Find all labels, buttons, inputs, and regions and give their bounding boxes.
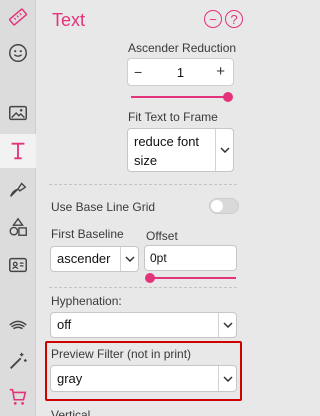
tag-icon[interactable] <box>0 308 36 342</box>
vertical-label: Vertical <box>51 408 91 416</box>
cart-icon[interactable] <box>0 380 36 414</box>
divider <box>49 184 237 185</box>
ruler-icon[interactable] <box>0 0 36 34</box>
divider <box>49 287 237 288</box>
preview-filter-select[interactable]: gray <box>50 365 237 392</box>
chevron-down-icon <box>218 313 236 337</box>
ascender-slider-track[interactable] <box>131 96 225 98</box>
text-panel: Text − ? Ascender Reduction − 1 + Fit Te… <box>37 0 246 416</box>
first-baseline-value: ascender <box>57 251 111 266</box>
baseline-grid-label: Use Base Line Grid <box>51 200 156 214</box>
ascender-reduction-label: Ascender Reduction <box>128 41 237 55</box>
baseline-grid-toggle[interactable] <box>209 198 239 214</box>
hyphenation-select[interactable]: off <box>50 312 237 338</box>
help-button[interactable]: ? <box>225 10 243 28</box>
offset-slider-track[interactable] <box>150 277 236 279</box>
image-icon[interactable] <box>0 96 36 130</box>
ascender-reduction-stepper[interactable]: − 1 + <box>127 58 234 86</box>
preview-filter-value: gray <box>57 371 83 386</box>
increment-button[interactable]: + <box>216 63 225 80</box>
pen-tool-icon[interactable] <box>0 172 36 206</box>
chevron-down-icon <box>218 366 236 391</box>
text-icon[interactable] <box>0 134 36 168</box>
sticker-icon[interactable] <box>0 36 36 70</box>
offset-slider-knob[interactable] <box>145 273 155 283</box>
offset-input[interactable]: 0pt <box>144 245 237 271</box>
fit-text-value-line1: reduce font <box>134 134 200 149</box>
tool-rail <box>0 0 36 416</box>
hyphenation-value: off <box>57 317 72 332</box>
fit-text-value-line2: size <box>134 153 158 168</box>
ascender-slider-knob[interactable] <box>223 92 233 102</box>
fit-text-label: Fit Text to Frame <box>128 110 218 124</box>
question-icon: ? <box>230 11 238 27</box>
panel-title: Text <box>52 10 86 30</box>
first-baseline-label: First Baseline <box>51 227 124 241</box>
offset-label: Offset <box>146 229 178 243</box>
chevron-down-icon <box>215 129 233 171</box>
minus-circle-icon: − <box>209 11 217 27</box>
shapes-icon[interactable] <box>0 210 36 244</box>
id-card-icon[interactable] <box>0 248 36 282</box>
first-baseline-select[interactable]: ascender <box>50 246 139 272</box>
fit-text-select[interactable]: reduce font size <box>127 128 234 172</box>
collapse-button[interactable]: − <box>204 10 222 28</box>
chevron-down-icon <box>120 247 138 271</box>
magic-wand-icon[interactable] <box>0 344 36 378</box>
hyphenation-label: Hyphenation: <box>51 294 122 308</box>
preview-filter-label: Preview Filter (not in print) <box>51 347 192 361</box>
